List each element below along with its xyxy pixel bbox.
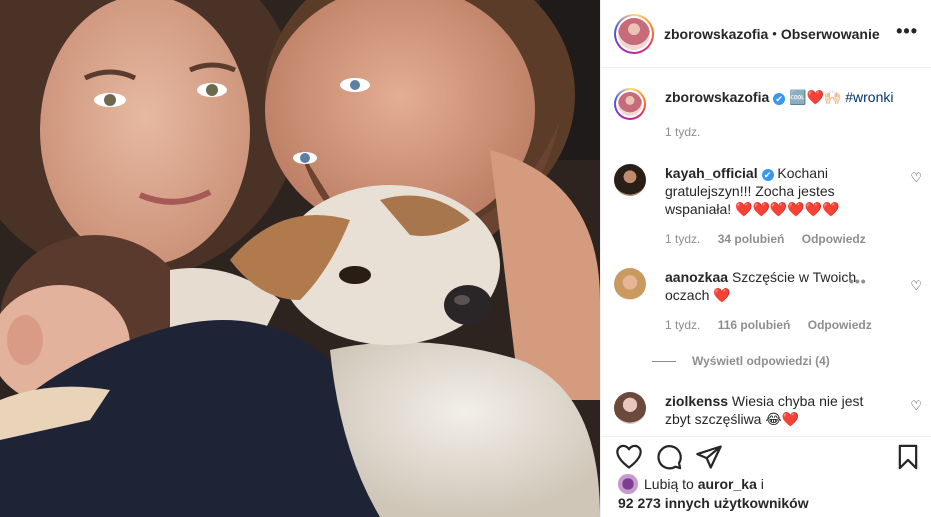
- comment-emoji: ❤️❤️❤️❤️❤️❤️: [735, 201, 840, 217]
- liker-username[interactable]: auror_ka: [698, 476, 757, 492]
- post-header: zborowskazofia • Obserwowanie •••: [601, 0, 931, 68]
- comment-time[interactable]: 1 tydz.: [665, 232, 700, 246]
- comment-time[interactable]: 1 tydz.: [665, 318, 700, 332]
- comment-emoji: 😂❤️: [765, 411, 800, 427]
- likes-count[interactable]: 92 273 innych użytkowników: [618, 495, 809, 511]
- comment-emoji: ❤️: [713, 287, 731, 303]
- caption-time[interactable]: 1 tydz.: [665, 125, 700, 139]
- post-actions: [601, 436, 931, 476]
- comment-body: ziolkenss Wiesia chyba nie jest zbyt szc…: [665, 392, 887, 428]
- comment-username[interactable]: aanozkaa: [665, 269, 728, 285]
- replies-divider: [652, 360, 676, 362]
- comment-avatar[interactable]: [614, 164, 646, 196]
- comment-avatar[interactable]: [614, 392, 646, 424]
- like-comment-heart-icon[interactable]: ♡: [910, 398, 922, 414]
- comment-body: kayah_official ✔ Kochani gratulejszyn!!!…: [665, 164, 887, 218]
- caption-meta: 1 tydz.: [665, 125, 714, 139]
- likes-prefix: Lubią to: [644, 476, 694, 492]
- author-username[interactable]: zborowskazofia: [664, 26, 768, 42]
- like-comment-heart-icon[interactable]: ♡: [910, 170, 922, 186]
- comment-avatar[interactable]: [614, 268, 646, 300]
- comments-list: zborowskazofia ✔ 🆒❤️🙌🏻 #wronki 1 tydz. k…: [601, 68, 931, 436]
- author-avatar[interactable]: [614, 13, 654, 54]
- more-options-icon[interactable]: •••: [896, 22, 918, 40]
- comment-options-icon[interactable]: •••: [849, 273, 867, 289]
- comment-likes[interactable]: 34 polubień: [718, 232, 785, 246]
- comment-username[interactable]: ziolkenss: [665, 393, 728, 409]
- following-button[interactable]: Obserwowanie: [781, 26, 880, 42]
- comment-likes[interactable]: 116 polubień: [718, 318, 791, 332]
- post-photo[interactable]: [0, 0, 600, 517]
- selfie-photo: [0, 0, 600, 517]
- caption-emoji: 🆒❤️🙌🏻: [789, 89, 842, 105]
- view-replies-button[interactable]: Wyświetl odpowiedzi (4): [652, 354, 830, 368]
- caption-body: zborowskazofia ✔ 🆒❤️🙌🏻 #wronki: [665, 88, 915, 106]
- caption-hashtag[interactable]: #wronki: [845, 89, 893, 105]
- save-bookmark-icon[interactable]: [894, 443, 922, 471]
- comment-bubble-icon[interactable]: [655, 443, 683, 471]
- share-paper-plane-icon[interactable]: [695, 443, 723, 471]
- likes-summary: Lubią to auror_ka i 92 273 innych użytko…: [618, 474, 809, 512]
- caption-avatar[interactable]: [614, 88, 646, 120]
- like-heart-icon[interactable]: [615, 443, 643, 471]
- header-separator: •: [772, 26, 777, 41]
- verified-badge-icon: ✔: [773, 93, 786, 105]
- like-comment-heart-icon[interactable]: ♡: [910, 278, 922, 294]
- liker-avatar[interactable]: [618, 474, 638, 494]
- reply-button[interactable]: Odpowiedz: [808, 318, 872, 332]
- verified-badge-icon: ✔: [761, 169, 774, 181]
- view-replies-label[interactable]: Wyświetl odpowiedzi (4): [692, 354, 830, 368]
- comment-meta: 1 tydz. 116 polubień Odpowiedz: [665, 318, 886, 332]
- caption-username[interactable]: zborowskazofia: [665, 89, 769, 105]
- likes-conj: i: [760, 476, 764, 492]
- comment-meta: 1 tydz. 34 polubień Odpowiedz: [665, 232, 880, 246]
- instagram-post: zborowskazofia • Obserwowanie ••• zborow…: [0, 0, 931, 517]
- comment-body: aanozkaa Szczęście w Twoich oczach ❤️: [665, 268, 865, 304]
- comment-username[interactable]: kayah_official: [665, 165, 758, 181]
- reply-button[interactable]: Odpowiedz: [802, 232, 866, 246]
- post-side-panel: zborowskazofia • Obserwowanie ••• zborow…: [600, 0, 931, 517]
